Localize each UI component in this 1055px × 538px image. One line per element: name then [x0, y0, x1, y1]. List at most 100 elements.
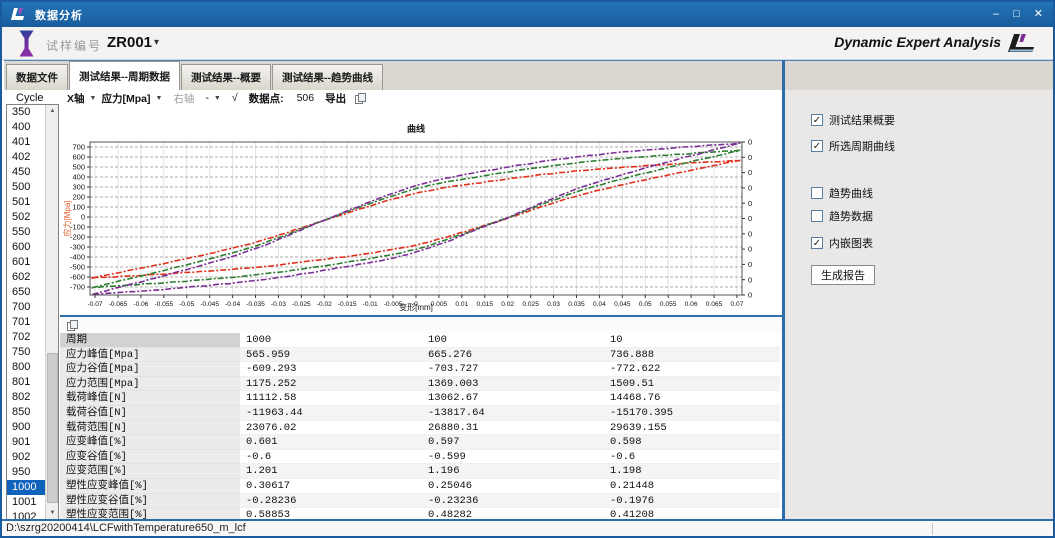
table-row-3[interactable]: 应力范围[Mpa]1175.2521369.0031509.51 — [60, 377, 782, 392]
close-button[interactable]: ✕ — [1034, 9, 1043, 20]
cycle-item-1000[interactable]: 1000 — [7, 480, 46, 495]
cycle-results-table[interactable]: 周期100010010应力峰值[Mpa]565.959665.276736.88… — [60, 333, 782, 521]
apply-check-mark[interactable]: √ — [232, 92, 238, 104]
table-toolbar — [60, 317, 782, 333]
right-axis-dropdown[interactable]: - — [205, 92, 209, 104]
row-value: 14468.76 — [604, 391, 780, 406]
copy-table-icon[interactable] — [67, 320, 78, 331]
cycle-item-802[interactable]: 802 — [7, 390, 46, 405]
checkbox-checked-icon[interactable]: ✓ — [811, 114, 823, 126]
table-row-9[interactable]: 应变范围[%]1.2011.1961.198 — [60, 464, 782, 479]
cycle-item-900[interactable]: 900 — [7, 420, 46, 435]
y-tick-label: -500 — [70, 263, 85, 272]
sample-number-value[interactable]: ZR001 — [107, 34, 152, 51]
tab-0[interactable]: 数据文件 — [6, 64, 68, 90]
cycle-list-scrollbar[interactable]: ▲ ▼ — [45, 105, 58, 520]
row-label: 应力峰值[Mpa] — [60, 348, 240, 363]
cycle-item-601[interactable]: 601 — [7, 255, 46, 270]
tab-1[interactable]: 测试结果--周期数据 — [69, 61, 180, 90]
cycle-item-701[interactable]: 701 — [7, 315, 46, 330]
checkbox-unchecked-icon[interactable] — [811, 210, 823, 222]
table-row-10[interactable]: 塑性应变峰值[%]0.306170.250460.21448 — [60, 479, 782, 494]
x-tick-label: -0.07 — [88, 301, 103, 308]
table-row-1[interactable]: 应力峰值[Mpa]565.959665.276736.888 — [60, 348, 782, 363]
chart-toolbar: X轴 ▼ 应力[Mpa] ▼ 右轴 - ▼ √ 数据点: 506 导出 — [60, 90, 782, 106]
x-axis-caret-icon[interactable]: ▼ — [90, 95, 97, 102]
cycle-item-550[interactable]: 550 — [7, 225, 46, 240]
x-axis-dropdown-label[interactable]: X轴 — [67, 91, 85, 106]
tab-3[interactable]: 测试结果--趋势曲线 — [272, 64, 383, 90]
cycle-item-950[interactable]: 950 — [7, 465, 46, 480]
cycle-item-500[interactable]: 500 — [7, 180, 46, 195]
export-button[interactable]: 导出 — [325, 91, 346, 106]
hysteresis-chart[interactable]: -0.07-0.065-0.06-0.055-0.05-0.045-0.04-0… — [60, 106, 782, 315]
cycle-item-450[interactable]: 450 — [7, 165, 46, 180]
table-row-5[interactable]: 载荷谷值[N]-11963.44-13817.64-15170.395 — [60, 406, 782, 421]
table-row-11[interactable]: 塑性应变谷值[%]-0.28236-0.23236-0.1976 — [60, 494, 782, 509]
checkbox-label: 趋势数据 — [829, 208, 873, 224]
scroll-up-icon[interactable]: ▲ — [46, 105, 59, 118]
x-tick-label: -0.065 — [109, 301, 128, 308]
cycle-item-901[interactable]: 901 — [7, 435, 46, 450]
checkbox-checked-icon[interactable]: ✓ — [811, 237, 823, 249]
cycle-item-502[interactable]: 502 — [7, 210, 46, 225]
checkbox-row-1[interactable]: ✓所选周期曲线 — [811, 138, 1055, 153]
row-value: 736.888 — [604, 348, 780, 363]
cycle-list[interactable]: 3504004014024505005015025506006016026507… — [6, 104, 59, 521]
table-row-4[interactable]: 载荷峰值[N]11112.5813062.6714468.76 — [60, 391, 782, 406]
tab-2[interactable]: 测试结果--概要 — [181, 64, 271, 90]
cycle-item-800[interactable]: 800 — [7, 360, 46, 375]
table-row-6[interactable]: 载荷范围[N]23076.0226880.3129639.155 — [60, 421, 782, 436]
generate-report-button[interactable]: 生成报告 — [811, 265, 875, 285]
y-tick-label: 600 — [72, 153, 85, 162]
minimize-button[interactable]: – — [993, 9, 999, 20]
table-row-8[interactable]: 应变谷值[%]-0.6-0.599-0.6 — [60, 450, 782, 465]
row-value: 11112.58 — [240, 391, 422, 406]
y-tick-label: 200 — [72, 193, 85, 202]
x-axis-title: 变形[mm] — [399, 302, 433, 312]
checkbox-unchecked-icon[interactable] — [811, 187, 823, 199]
cycle-item-850[interactable]: 850 — [7, 405, 46, 420]
x-tick-label: 0.07 — [731, 301, 744, 308]
copy-chart-icon[interactable] — [355, 93, 366, 104]
y-variable-dropdown[interactable]: 应力[Mpa] — [101, 91, 150, 106]
row-value: 1175.252 — [240, 377, 422, 392]
table-row-7[interactable]: 应变峰值[%]0.6010.5970.598 — [60, 435, 782, 450]
x-tick-label: -0.02 — [317, 301, 332, 308]
cycle-item-702[interactable]: 702 — [7, 330, 46, 345]
right-axis-caret-icon[interactable]: ▼ — [214, 95, 221, 102]
row-label: 应变峰值[%] — [60, 435, 240, 450]
x-tick-label: -0.04 — [225, 301, 240, 308]
table-row-2[interactable]: 应力谷值[Mpa]-609.293-703.727-772.622 — [60, 362, 782, 377]
cycle-item-750[interactable]: 750 — [7, 345, 46, 360]
row-value: 0.598 — [604, 435, 780, 450]
row-label: 载荷范围[N] — [60, 421, 240, 436]
y-variable-caret-icon[interactable]: ▼ — [155, 95, 162, 102]
x-tick-label: 0.05 — [639, 301, 652, 308]
right-axis-label: 右轴 — [173, 91, 194, 106]
checkbox-row-2[interactable]: 趋势曲线 — [811, 185, 1055, 200]
cycle-item-400[interactable]: 400 — [7, 120, 46, 135]
checkbox-row-0[interactable]: ✓测试结果概要 — [811, 112, 1055, 127]
checkbox-checked-icon[interactable]: ✓ — [811, 140, 823, 152]
y-tick-label: 0 — [81, 213, 85, 222]
x-tick-label: -0.055 — [154, 301, 173, 308]
cycle-item-801[interactable]: 801 — [7, 375, 46, 390]
cycle-item-401[interactable]: 401 — [7, 135, 46, 150]
cycle-item-402[interactable]: 402 — [7, 150, 46, 165]
checkbox-row-3[interactable]: 趋势数据 — [811, 208, 1055, 223]
cycle-item-902[interactable]: 902 — [7, 450, 46, 465]
cycle-item-1001[interactable]: 1001 — [7, 495, 46, 510]
cycle-item-700[interactable]: 700 — [7, 300, 46, 315]
sample-dropdown-caret-icon[interactable]: ▾ — [154, 37, 159, 48]
maximize-button[interactable]: □ — [1013, 9, 1020, 20]
title-bar: 数据分析 – □ ✕ — [2, 2, 1053, 27]
checkbox-row-4[interactable]: ✓内嵌图表 — [811, 235, 1055, 250]
cycle-item-501[interactable]: 501 — [7, 195, 46, 210]
cycle-item-600[interactable]: 600 — [7, 240, 46, 255]
cycle-item-602[interactable]: 602 — [7, 270, 46, 285]
table-header-row[interactable]: 周期100010010 — [60, 333, 782, 348]
cycle-item-650[interactable]: 650 — [7, 285, 46, 300]
scrollbar-thumb[interactable] — [47, 353, 58, 503]
cycle-item-350[interactable]: 350 — [7, 105, 46, 120]
